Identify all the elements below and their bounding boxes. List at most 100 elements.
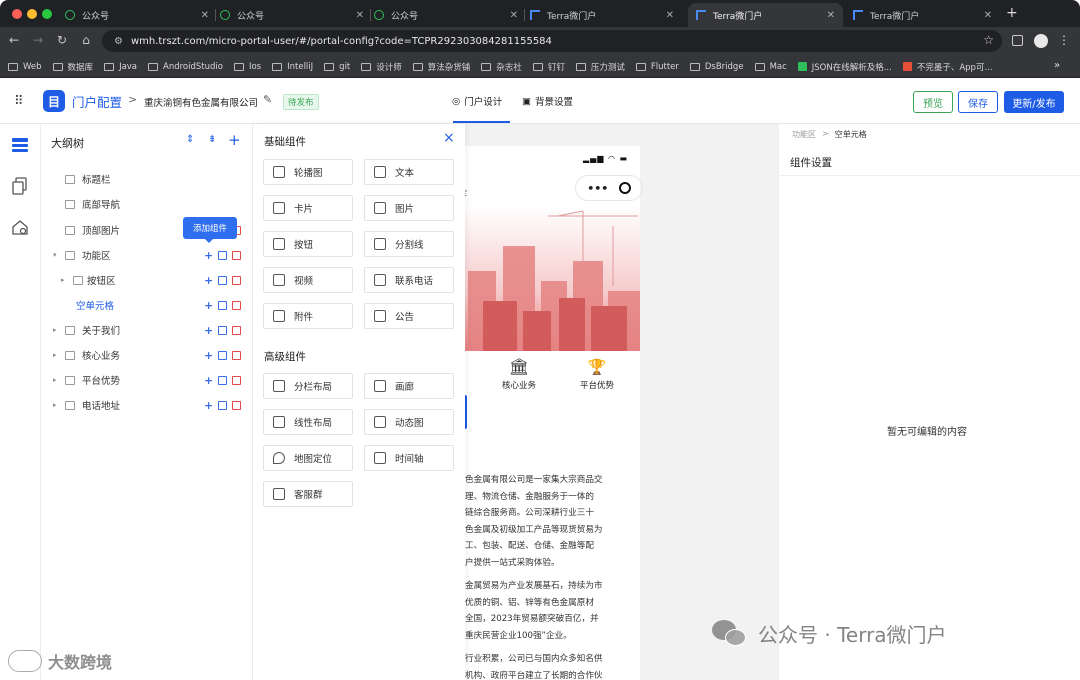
outline-item[interactable]: ▸ 平台优势 +	[41, 369, 253, 391]
props-breadcrumb-parent[interactable]: 功能区	[792, 129, 816, 140]
component-map-pin-button[interactable]: 地图定位	[263, 445, 353, 471]
bookmark-item[interactable]: Java	[104, 62, 137, 72]
component-divider-button[interactable]: 分割线	[364, 231, 454, 257]
bookmark-item[interactable]: git	[324, 62, 350, 72]
outline-item[interactable]: 底部导航	[41, 193, 253, 215]
component-video-button[interactable]: 视频	[263, 267, 353, 293]
browser-tab[interactable]: Terra微门户 ✕	[688, 3, 843, 27]
expand-all-icon[interactable]: ⇕	[186, 134, 194, 145]
add-icon[interactable]: +	[228, 131, 241, 149]
browser-tab[interactable]: 公众号 ✕	[57, 3, 217, 27]
component-notice-button[interactable]: 公告	[364, 303, 454, 329]
tab-close-icon[interactable]: ✕	[510, 10, 518, 21]
add-child-icon[interactable]: +	[204, 299, 213, 312]
forward-arrow-icon[interactable]: →	[26, 33, 50, 47]
copy-icon[interactable]	[218, 300, 228, 310]
caret-right-icon[interactable]: ▸	[61, 276, 65, 284]
bookmark-item[interactable]: 钉钉	[532, 61, 565, 73]
close-icon[interactable]: ×	[443, 130, 455, 146]
component-gallery-button[interactable]: 画廊	[364, 373, 454, 399]
delete-icon[interactable]	[232, 250, 242, 260]
component-chat-group-button[interactable]: 客服群	[263, 481, 353, 507]
delete-icon[interactable]	[232, 325, 242, 335]
save-button[interactable]: 保存	[958, 91, 998, 113]
caret-right-icon[interactable]: ▸	[53, 401, 57, 409]
bookmark-item[interactable]: Mac	[754, 62, 787, 72]
bookmark-item[interactable]: Flutter	[635, 62, 679, 72]
publish-button[interactable]: 更新/发布	[1004, 91, 1064, 113]
tab-background-settings[interactable]: ▣ 背景设置	[522, 94, 573, 109]
delete-icon[interactable]	[232, 400, 242, 410]
capsule-close-icon[interactable]	[618, 182, 631, 194]
bookmark-item[interactable]: Web	[8, 62, 42, 72]
browser-tab[interactable]: Terra微门户 ✕	[522, 3, 682, 27]
bookmarks-overflow-button[interactable]: »	[1054, 60, 1060, 71]
add-child-icon[interactable]: +	[204, 399, 213, 412]
delete-icon[interactable]	[232, 375, 242, 385]
component-animated-image-button[interactable]: 动态图	[364, 409, 454, 435]
outline-item[interactable]: ▸ 按钮区 +	[41, 269, 253, 291]
outline-item[interactable]: ▾ 功能区 +	[41, 244, 253, 266]
profile-avatar[interactable]	[1034, 34, 1048, 48]
outline-item[interactable]: ▸ 核心业务 +	[41, 344, 253, 366]
browser-tab[interactable]: 公众号 ✕	[212, 3, 372, 27]
site-settings-icon[interactable]: ⚙	[114, 36, 123, 47]
copy-icon[interactable]	[218, 375, 228, 385]
component-carousel-button[interactable]: 轮播图	[263, 159, 353, 185]
collapse-all-icon[interactable]: ⇟	[208, 134, 216, 145]
more-dots-icon[interactable]: •••	[587, 182, 608, 195]
outline-item[interactable]: 空单元格 +	[41, 294, 253, 316]
pages-copy-icon[interactable]	[9, 175, 31, 197]
add-child-icon[interactable]: +	[204, 324, 213, 337]
home-icon[interactable]: ⌂	[74, 33, 98, 47]
browser-tab[interactable]: Terra微门户 ✕	[845, 3, 1000, 27]
add-child-icon[interactable]: +	[204, 249, 213, 262]
address-bar[interactable]: ⚙ wmh.trszt.com/micro-portal-user/#/port…	[102, 30, 1002, 52]
caret-right-icon[interactable]: ▸	[53, 326, 57, 334]
component-attachment-button[interactable]: 附件	[263, 303, 353, 329]
nav-item-core-business[interactable]: 🏛 核心业务	[495, 358, 543, 392]
caret-down-icon[interactable]: ▾	[53, 251, 57, 259]
bookmark-item[interactable]: 数据库	[52, 61, 93, 73]
bookmark-item[interactable]: IntelliJ	[272, 62, 313, 72]
close-window-button[interactable]	[12, 9, 22, 19]
add-child-icon[interactable]: +	[204, 349, 213, 362]
browser-tab[interactable]: 公众号 ✕	[366, 3, 526, 27]
back-arrow-icon[interactable]: ←	[2, 33, 26, 47]
top-banner-image[interactable]	[465, 206, 640, 351]
mini-program-capsule[interactable]: •••	[575, 175, 643, 201]
bookmark-item[interactable]: 设计师	[361, 61, 402, 73]
tab-close-icon[interactable]: ✕	[984, 10, 992, 21]
browser-menu-icon[interactable]: ⋮	[1058, 33, 1070, 47]
add-child-icon[interactable]: +	[204, 274, 213, 287]
caret-right-icon[interactable]: ▸	[53, 376, 57, 384]
delete-icon[interactable]	[232, 275, 242, 285]
bookmark-item[interactable]: 不完墨子、App可...	[902, 61, 993, 73]
app-grid-icon[interactable]: ⠿	[14, 94, 23, 109]
outline-item[interactable]: ▸ 关于我们 +	[41, 319, 253, 341]
component-image-button[interactable]: 图片	[364, 195, 454, 221]
copy-icon[interactable]	[218, 350, 228, 360]
component-text-button[interactable]: 文本	[364, 159, 454, 185]
copy-icon[interactable]	[218, 275, 228, 285]
caret-right-icon[interactable]: ▸	[53, 351, 57, 359]
delete-icon[interactable]	[232, 300, 242, 310]
home-settings-icon[interactable]	[9, 216, 31, 238]
add-child-icon[interactable]: +	[204, 374, 213, 387]
bookmark-item[interactable]: DsBridge	[689, 62, 744, 72]
nav-item-platform-advantage[interactable]: 🏆 平台优势	[573, 358, 621, 391]
tab-close-icon[interactable]: ✕	[666, 10, 674, 21]
copy-icon[interactable]	[218, 400, 228, 410]
bookmark-item[interactable]: JSON在线解析及格...	[797, 61, 892, 73]
copy-icon[interactable]	[218, 250, 228, 260]
outline-item[interactable]: ▸ 电话地址 +	[41, 394, 253, 416]
component-button-button[interactable]: 按钮	[263, 231, 353, 257]
sidebar-toggle-icon[interactable]	[1012, 35, 1023, 46]
bookmark-item[interactable]: 算法杂货铺	[412, 61, 470, 73]
tab-close-icon[interactable]: ✕	[827, 10, 835, 21]
outline-layers-icon[interactable]	[9, 134, 31, 156]
component-phone-button[interactable]: 联系电话	[364, 267, 454, 293]
tab-portal-design[interactable]: ◎ 门户设计	[452, 94, 502, 109]
preview-button[interactable]: 预览	[913, 91, 953, 113]
new-tab-button[interactable]: +	[1006, 5, 1018, 21]
